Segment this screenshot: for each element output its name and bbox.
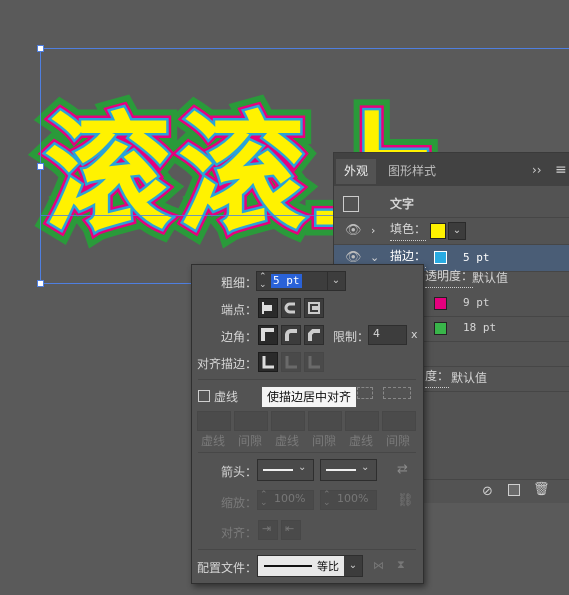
stepper-icon[interactable]: ⌃ ⌄ [259, 273, 267, 290]
miter-join-button[interactable] [258, 325, 278, 345]
stroke-weight-value-3[interactable]: 18 pt [463, 315, 496, 341]
stroke-swatch[interactable] [434, 251, 447, 264]
round-cap-button[interactable] [281, 298, 301, 318]
start-arrowhead-select[interactable]: ⌄ [257, 459, 314, 481]
align-outside-button [304, 352, 324, 372]
dash-field [345, 411, 379, 431]
width-profile-select[interactable]: 等比 ⌄ [257, 555, 363, 577]
dashed-checkbox[interactable] [198, 390, 210, 402]
dash-label: 虚线 [275, 434, 300, 448]
dropdown-icon[interactable]: ⌄ [298, 462, 306, 473]
weight-label: 粗细： [221, 276, 258, 290]
limit-value[interactable]: 4 [373, 327, 380, 340]
trash-icon[interactable]: 🗑 [533, 482, 550, 497]
end-arrowhead-select[interactable]: ⌄ [320, 459, 377, 481]
dash-preserve-icon [357, 387, 373, 399]
tab-graphic-styles[interactable]: 图形样式 [380, 159, 444, 184]
selection-box-top [40, 48, 569, 49]
appearance-tab-bar: 外观 图形样式 ›› ≡ [334, 153, 569, 186]
round-join-button[interactable] [281, 325, 301, 345]
panel-menu-icon[interactable]: ≡ [555, 162, 567, 178]
bevel-join-button[interactable] [304, 325, 324, 345]
visibility-eye-icon[interactable]: 👁 [345, 218, 362, 244]
selection-handle[interactable] [37, 45, 44, 52]
flip-along-icon: ⋈ [373, 559, 384, 572]
duplicate-item-icon[interactable] [508, 484, 520, 496]
cap-label: 端点： [221, 303, 258, 317]
stroke-panel: 粗细： ⌃ ⌄ 5 pt ⌄ 端点： 边角： 限制： 4 x 对齐描边： 虚线 虚… [191, 264, 424, 584]
stroke-swatch-2[interactable] [434, 297, 447, 310]
opacity-label-2[interactable]: 度： [425, 365, 450, 388]
opacity-value-2: 默认值 [451, 371, 488, 385]
dash-align-icon [383, 387, 411, 399]
corner-label: 边角： [221, 330, 258, 344]
clear-appearance-icon[interactable]: ⊘ [482, 484, 493, 499]
arrow-place-button: ⇤ [281, 520, 301, 540]
dropdown-icon[interactable]: ⌄ [361, 462, 369, 473]
fill-swatch[interactable] [430, 223, 446, 239]
arrowhead-line-preview [326, 469, 356, 471]
swap-arrows-icon[interactable]: ⇄ [397, 462, 408, 477]
start-scale-value: 100% [274, 492, 306, 505]
appearance-fill-row[interactable]: 👁 › 填色： ⌄ [334, 218, 569, 244]
object-thumbnail [343, 196, 359, 212]
gap-label: 间隙 [386, 434, 411, 448]
selection-box-bottom [40, 283, 192, 284]
baseline-guide [40, 215, 340, 216]
gap-label: 间隙 [312, 434, 337, 448]
expand-arrow-icon[interactable]: › [371, 218, 375, 244]
stroke-swatch-3[interactable] [434, 322, 447, 335]
fill-dropdown-icon[interactable]: ⌄ [448, 222, 466, 240]
scale-label: 缩放： [221, 496, 258, 510]
link-scale-icon: ⛓ [397, 493, 414, 508]
dash-label: 虚线 [201, 434, 226, 448]
fill-label[interactable]: 填色： [390, 218, 427, 241]
tab-appearance[interactable]: 外观 [336, 159, 377, 184]
dash-field [197, 411, 231, 431]
flip-across-icon: ⧗ [397, 558, 405, 571]
dash-label: 虚线 [349, 434, 374, 448]
gap-field [382, 411, 416, 431]
align-inside-button [281, 352, 301, 372]
limit-unit: x [411, 328, 418, 341]
arrowhead-line-preview [263, 469, 293, 471]
selection-handle[interactable] [37, 280, 44, 287]
butt-cap-button[interactable] [258, 298, 278, 318]
opacity-value: 默认值 [472, 271, 509, 285]
opacity-label[interactable]: 透明度： [425, 265, 474, 288]
dashed-label: 虚线 [214, 390, 239, 404]
align-stroke-label: 对齐描边： [197, 357, 258, 371]
limit-input[interactable]: 4 [368, 325, 407, 345]
panel-expand-icon[interactable]: ›› [532, 163, 542, 177]
profile-label: 配置文件： [197, 561, 258, 575]
limit-label: 限制： [333, 330, 370, 344]
projecting-cap-button[interactable] [304, 298, 324, 318]
arrowhead-label: 箭头： [221, 465, 258, 479]
weight-value[interactable]: 5 pt [271, 274, 302, 288]
start-scale-input: ⌃ ⌄ 100% [257, 490, 314, 510]
selection-handle[interactable] [37, 163, 44, 170]
profile-value[interactable]: 等比 [317, 558, 339, 574]
end-scale-input: ⌃ ⌄ 100% [320, 490, 377, 510]
stepper-icon: ⌃ ⌄ [260, 490, 268, 508]
weight-dropdown-icon[interactable]: ⌄ [327, 272, 344, 290]
gap-field [308, 411, 342, 431]
align-center-button[interactable] [258, 352, 278, 372]
dropdown-icon[interactable]: ⌄ [344, 556, 362, 576]
stepper-icon: ⌃ ⌄ [323, 490, 331, 508]
appearance-header-row[interactable]: 文字 [334, 191, 569, 217]
end-scale-value: 100% [337, 492, 369, 505]
gap-label: 间隙 [238, 434, 263, 448]
profile-line-preview [264, 565, 312, 567]
stroke-weight-value-2[interactable]: 9 pt [463, 290, 490, 316]
tooltip: 使描边居中对齐 [261, 386, 358, 408]
object-type-label: 文字 [390, 197, 415, 211]
dash-field [271, 411, 305, 431]
weight-input[interactable]: ⌃ ⌄ 5 pt ⌄ [256, 271, 346, 291]
arrow-extend-button: ⇥ [258, 520, 278, 540]
align-arrow-label: 对齐： [221, 526, 258, 540]
gap-field [234, 411, 268, 431]
